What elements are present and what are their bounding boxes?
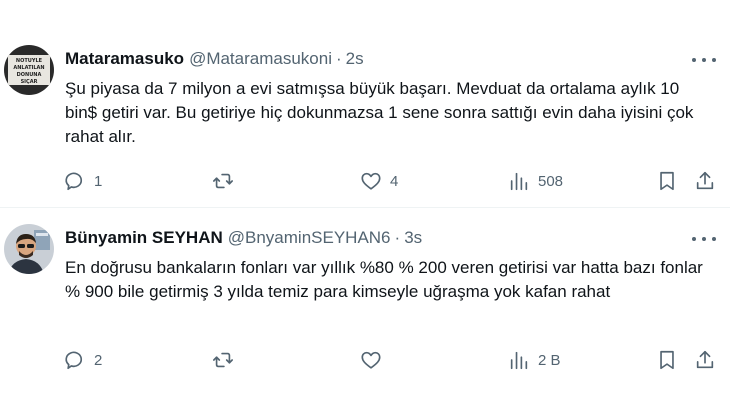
tweet-header: Bünyamin SEYHAN @BnyaminSEYHAN6 · 3s (65, 227, 422, 249)
tweet-2[interactable]: Bünyamin SEYHAN @BnyaminSEYHAN6 · 3s En … (0, 208, 730, 420)
like-button[interactable]: 4 (360, 166, 398, 196)
reply-button[interactable]: 1 (64, 166, 102, 196)
like-button[interactable] (360, 345, 390, 375)
tweet-text: Şu piyasa da 7 milyon a evi satmışsa büy… (65, 79, 694, 146)
retweet-button[interactable] (212, 345, 242, 375)
share-button[interactable] (694, 166, 716, 196)
action-bar: 1 4 508 (0, 166, 730, 196)
more-options-icon[interactable] (692, 234, 716, 244)
separator-dot: · (336, 49, 342, 68)
more-options-icon[interactable] (692, 55, 716, 65)
heart-icon (361, 351, 381, 369)
view-count: 508 (538, 172, 564, 190)
share-button[interactable] (694, 345, 716, 375)
retweet-button[interactable] (212, 166, 242, 196)
timestamp[interactable]: 3s (404, 228, 422, 248)
display-name[interactable]: Mataramasuko (65, 49, 184, 69)
reply-count: 1 (94, 172, 103, 190)
tweet-text: En doğrusu bankaların fonları var yıllık… (65, 258, 703, 301)
bookmark-icon (660, 350, 674, 370)
user-handle[interactable]: @BnyaminSEYHAN6 (228, 228, 391, 248)
heart-icon (361, 172, 381, 190)
reply-count: 2 (94, 351, 103, 369)
display-name[interactable]: Bünyamin SEYHAN (65, 228, 223, 248)
user-handle[interactable]: @Mataramasukoni (189, 49, 332, 69)
bookmark-button[interactable] (656, 345, 678, 375)
tweet-header: Mataramasuko @Mataramasukoni · 2s (65, 48, 364, 70)
avatar-text-3: DONUNA (17, 72, 42, 78)
timestamp[interactable]: 2s (346, 49, 364, 69)
avatar-text-2: ANLATILAN (13, 65, 44, 71)
like-count: 4 (390, 172, 399, 190)
avatar-text-1: NOTUYLE (16, 58, 43, 64)
avatar-text-4: SIÇAR (21, 79, 38, 85)
reply-button[interactable]: 2 (64, 345, 102, 375)
views-chart-icon (510, 172, 528, 191)
tweet-1[interactable]: NOTUYLE ANLATILAN DONUNA SIÇAR Mataramas… (0, 0, 730, 207)
share-icon (696, 350, 714, 369)
view-count: 2 B (538, 351, 561, 369)
retweet-icon (213, 173, 233, 189)
action-bar: 2 2 B (0, 345, 730, 375)
reply-icon (65, 172, 83, 191)
retweet-icon (213, 352, 233, 368)
separator-dot: · (394, 228, 401, 247)
share-icon (696, 171, 714, 190)
bookmark-icon (660, 171, 674, 191)
reply-icon (65, 351, 83, 370)
avatar[interactable] (4, 224, 54, 274)
views-button[interactable]: 508 (508, 166, 563, 196)
views-button[interactable]: 2 B (508, 345, 561, 375)
avatar[interactable]: NOTUYLE ANLATILAN DONUNA SIÇAR (4, 45, 54, 95)
bookmark-button[interactable] (656, 166, 678, 196)
views-chart-icon (510, 351, 528, 370)
